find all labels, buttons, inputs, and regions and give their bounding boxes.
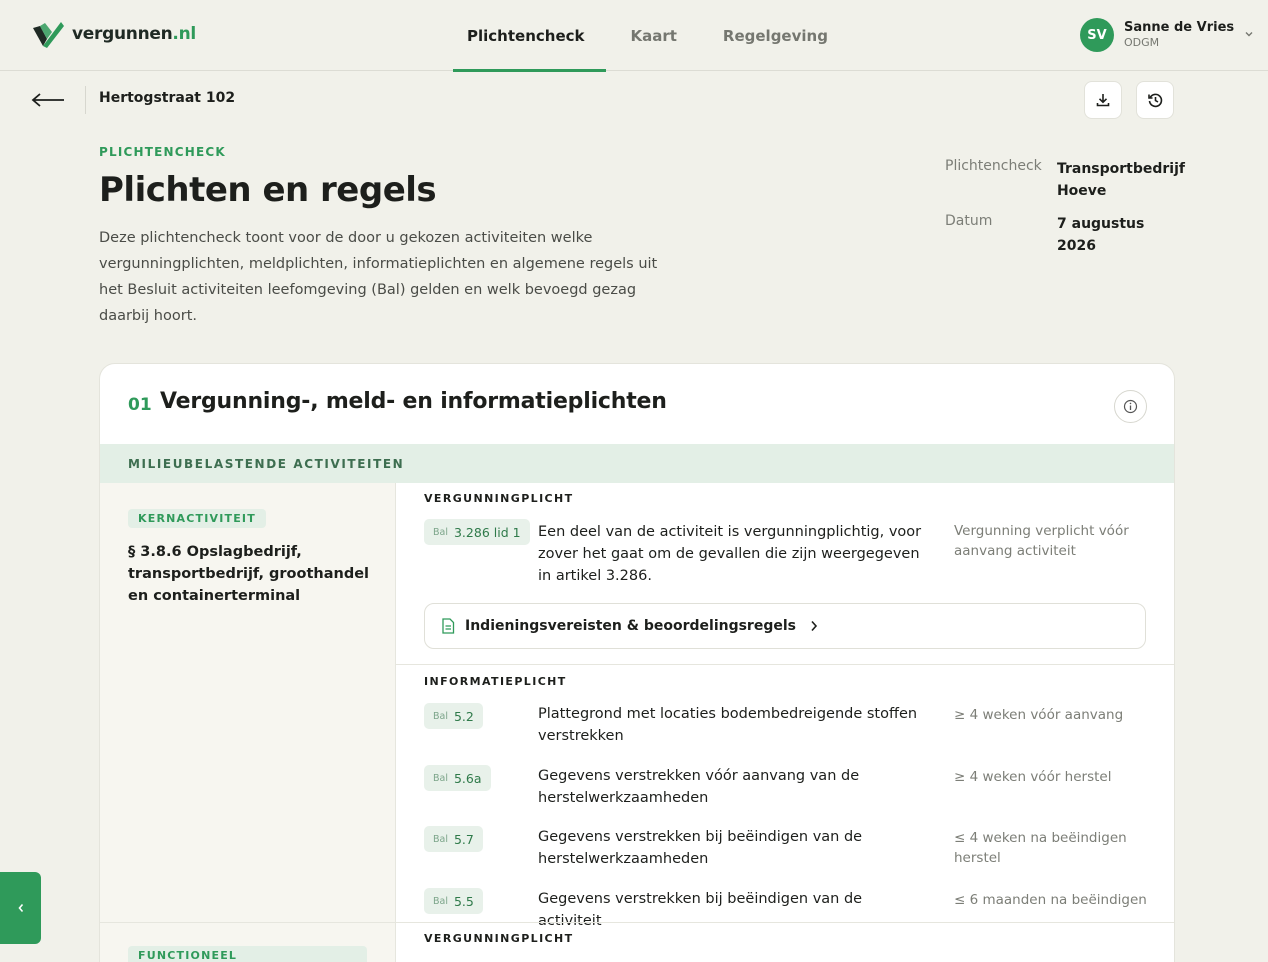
user-name: Sanne de Vries: [1124, 19, 1235, 35]
page-eyebrow: PLICHTENCHECK: [99, 145, 226, 159]
row-divider: [100, 922, 1174, 923]
duty-text: Gegevens verstrekken bij beëindigen van …: [538, 829, 863, 867]
tab-kaart[interactable]: Kaart: [616, 0, 698, 71]
logo-text: vergunnen.nl: [72, 24, 196, 44]
main-nav: Plichtencheck Kaart Regelgeving: [453, 0, 850, 72]
article-ref: 5.2: [453, 708, 474, 724]
logo[interactable]: vergunnen.nl: [31, 20, 196, 48]
duty-item: Bal 5.5 Gegevens verstrekken bij beëindig…: [424, 888, 1164, 929]
top-navigation-bar: vergunnen.nl Plichtencheck Kaart Regelge…: [0, 0, 1268, 72]
page-title: Plichten en regels: [99, 170, 437, 210]
article-pill[interactable]: Bal 3.286 lid 1: [424, 519, 530, 545]
meta-key: Datum: [945, 213, 993, 229]
meta-row-plichtencheck: Plichtencheck Transportbedrijf Hoeve: [945, 158, 1185, 202]
chevron-right-icon: [811, 620, 818, 632]
activity-cell: KERNACTIVITEIT § 3.8.6 Opslagbedrijf, tr…: [100, 483, 395, 922]
article-ref: 5.5: [453, 893, 474, 909]
document-icon: [442, 618, 455, 634]
duty-deadline: ≥ 4 weken vóór aanvang: [954, 707, 1124, 723]
article-ref: 5.7: [453, 831, 474, 847]
logo-check-icon: [33, 22, 64, 48]
requirements-link-label: Indieningsvereisten & beoordelingsregels: [465, 618, 796, 634]
arrow-left-icon: [31, 93, 64, 107]
duty-text: Plattegrond met locaties bodembedreigend…: [538, 706, 918, 744]
activity-cell-2: FUNCTIONEEL ONDERSTEUNEND: [100, 922, 395, 962]
duties-column: VERGUNNINGPLICHT Bal 3.286 lid 1 Een deel…: [396, 483, 1174, 962]
user-org: ODGM: [1124, 36, 1160, 50]
duty-item: Bal 3.286 lid 1 Een deel van de activitei…: [424, 519, 1164, 591]
divider: [396, 664, 1174, 665]
group-label-vergunningplicht: VERGUNNINGPLICHT: [424, 492, 574, 505]
duty-deadline: Vergunning verplicht vóór aanvang activi…: [954, 523, 1129, 559]
duty-item: Bal 5.6a Gegevens verstrekken vóór aanvan…: [424, 765, 1164, 815]
duty-deadline: ≤ 4 weken na beëindigen herstel: [954, 830, 1127, 866]
back-button[interactable]: [31, 88, 67, 112]
tab-regelgeving[interactable]: Regelgeving: [709, 0, 850, 71]
download-icon: [1096, 94, 1110, 107]
info-button[interactable]: [1114, 390, 1147, 423]
logo-tld: .nl: [172, 24, 196, 44]
duty-deadline: ≤ 6 maanden na beëindigen: [954, 892, 1147, 908]
group-label-vergunningplicht: VERGUNNINGPLICHT: [424, 932, 574, 945]
check-meta: Plichtencheck Transportbedrijf Hoeve Dat…: [945, 158, 1185, 268]
card-title: Vergunning-, meld- en informatieplichten: [160, 389, 667, 414]
avatar: SV: [1080, 18, 1114, 52]
article-prefix: Bal: [433, 710, 448, 722]
logo-name: vergunnen: [72, 24, 173, 44]
activity-rows: KERNACTIVITEIT § 3.8.6 Opslagbedrijf, tr…: [100, 483, 1174, 962]
meta-key: Plichtencheck: [945, 158, 1042, 174]
user-info: Sanne de Vries ODGM: [1124, 19, 1235, 50]
page-description: Deze plichtencheck toont voor de door u …: [99, 230, 658, 324]
article-prefix: Bal: [433, 772, 448, 784]
card-header: 01 Vergunning-, meld- en informatieplich…: [100, 364, 1174, 444]
meta-value: Transportbedrijf Hoeve: [1056, 161, 1185, 199]
activity-tag: FUNCTIONEEL ONDERSTEUNEND: [128, 946, 367, 962]
section-header: MILIEUBELASTENDE ACTIVITEITEN: [100, 444, 1174, 483]
duties-card: 01 Vergunning-, meld- en informatieplich…: [99, 363, 1175, 962]
article-ref: 3.286 lid 1: [453, 524, 521, 540]
side-panel-toggle[interactable]: [0, 872, 41, 944]
article-ref: 5.6a: [453, 770, 482, 786]
user-menu[interactable]: SV Sanne de Vries ODGM: [1080, 18, 1254, 52]
meta-value: 7 augustus 2026: [1057, 216, 1145, 254]
group-label-informatieplicht: INFORMATIEPLICHT: [424, 675, 567, 688]
article-prefix: Bal: [433, 833, 448, 845]
activity-column: KERNACTIVITEIT § 3.8.6 Opslagbedrijf, tr…: [100, 483, 396, 962]
history-button[interactable]: [1136, 81, 1174, 119]
history-icon: [1147, 93, 1162, 107]
divider: [85, 86, 86, 114]
article-pill[interactable]: Bal 5.6a: [424, 765, 491, 791]
chevron-left-icon: [17, 903, 23, 913]
duty-text: Gegevens verstrekken vóór aanvang van de…: [538, 768, 860, 806]
duty-item: Bal 5.2 Plattegrond met locaties bodembed…: [424, 703, 1164, 753]
duties-cell: VERGUNNINGPLICHT Bal 3.286 lid 1 Een deel…: [396, 483, 1174, 929]
article-prefix: Bal: [433, 526, 448, 538]
meta-row-datum: Datum 7 augustus 2026: [945, 213, 1185, 257]
card-number: 01: [128, 395, 152, 415]
chevron-down-icon: [1245, 32, 1253, 37]
article-prefix: Bal: [433, 895, 448, 907]
breadcrumb: Hertogstraat 102: [99, 90, 236, 106]
article-pill[interactable]: Bal 5.7: [424, 826, 483, 852]
duty-deadline: ≥ 4 weken vóór herstel: [954, 769, 1112, 785]
duties-cell-2: VERGUNNINGPLICHT: [396, 922, 1174, 962]
requirements-link[interactable]: Indieningsvereisten & beoordelingsregels: [424, 603, 1146, 649]
activity-title: § 3.8.6 Opslagbedrijf, transportbedrijf,…: [128, 544, 369, 604]
article-pill[interactable]: Bal 5.2: [424, 703, 483, 729]
activity-tag: KERNACTIVITEIT: [128, 509, 266, 528]
download-button[interactable]: [1084, 81, 1122, 119]
duty-item: Bal 5.7 Gegevens verstrekken bij beëindig…: [424, 826, 1164, 876]
article-pill[interactable]: Bal 5.5: [424, 888, 483, 914]
tab-plichtencheck[interactable]: Plichtencheck: [453, 0, 607, 72]
info-icon: [1123, 399, 1138, 414]
duty-text: Een deel van de activiteit is vergunning…: [538, 524, 922, 584]
